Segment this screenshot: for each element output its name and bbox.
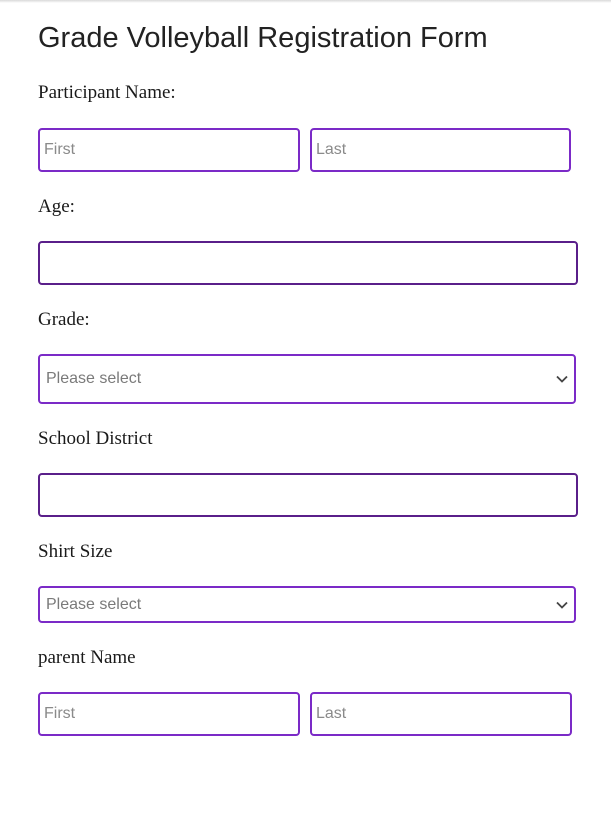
parent-first-name-input[interactable] <box>38 692 300 736</box>
chevron-down-icon <box>556 375 568 383</box>
grade-select[interactable]: Please select <box>38 354 576 404</box>
grade-label: Grade: <box>38 309 90 330</box>
school-district-label: School District <box>38 428 153 449</box>
chevron-down-icon <box>556 601 568 609</box>
participant-name-label: Participant Name: <box>38 82 176 103</box>
participant-first-name-input[interactable] <box>38 128 300 172</box>
grade-select-value: Please select <box>46 370 142 387</box>
parent-last-name-input[interactable] <box>310 692 572 736</box>
school-district-input[interactable] <box>38 473 578 517</box>
participant-last-name-input[interactable] <box>310 128 571 172</box>
age-input[interactable] <box>38 241 578 285</box>
shirt-size-select[interactable]: Please select <box>38 586 576 623</box>
top-shadow <box>0 0 611 3</box>
shirt-size-select-value: Please select <box>46 595 142 613</box>
parent-name-label: parent Name <box>38 647 136 668</box>
page-title: Grade Volleyball Registration Form <box>38 22 488 54</box>
age-label: Age: <box>38 196 75 217</box>
shirt-size-label: Shirt Size <box>38 541 113 562</box>
